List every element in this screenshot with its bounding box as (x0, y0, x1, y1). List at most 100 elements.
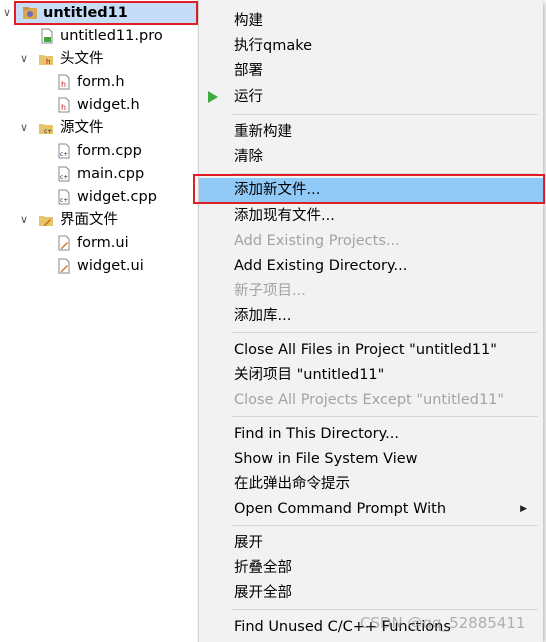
forms-folder-icon (39, 216, 53, 226)
menu-item-label: 新子项目... (234, 283, 306, 299)
svg-text:h: h (61, 80, 66, 89)
file-label: widget.cpp (77, 189, 157, 205)
tree-item-sources-folder[interactable]: ∨ c+ 源文件 (0, 117, 198, 139)
menu-separator (232, 525, 538, 526)
menu-item-label: Add Existing Directory... (234, 258, 408, 274)
menu-item-label: 添加现有文件... (234, 208, 335, 224)
menu-item-label: 部署 (234, 63, 263, 79)
menu-item-label: 展开全部 (234, 585, 292, 601)
menu-item-label: 展开 (234, 535, 263, 551)
svg-text:h: h (61, 103, 66, 112)
file-label: main.cpp (77, 166, 145, 182)
menu-item-deploy[interactable]: 部署 (199, 59, 543, 83)
menu-item-label: Find in This Directory... (234, 426, 399, 442)
pro-file-icon (41, 28, 53, 44)
menu-item-label: 执行qmake (234, 38, 313, 54)
ui-file-icon (58, 235, 70, 251)
cpp-file-icon: c+ (58, 143, 70, 159)
tree-item-file[interactable]: c+ form.cpp (0, 140, 198, 162)
tree-item-forms-folder[interactable]: ∨ 界面文件 (0, 209, 198, 231)
menu-item-close-all-except: Close All Projects Except "untitled11" (199, 388, 543, 412)
run-icon (208, 91, 218, 103)
tree-item-file[interactable]: form.ui (0, 232, 198, 254)
menu-separator (232, 416, 538, 417)
menu-item-add-existing-files[interactable]: 添加现有文件... (199, 204, 543, 228)
qt-project-icon (23, 7, 37, 19)
menu-item-collapse-all[interactable]: 折叠全部 (199, 556, 543, 580)
tree-item-project-root[interactable]: ∨ untitled11 (0, 2, 198, 24)
svg-text:c+: c+ (60, 151, 68, 158)
file-label: form.cpp (77, 143, 142, 159)
chevron-down-icon[interactable]: ∨ (19, 117, 29, 139)
menu-item-expand-all[interactable]: 展开全部 (199, 581, 543, 605)
pro-file-label: untitled11.pro (60, 28, 163, 44)
h-file-icon: h (58, 74, 70, 90)
submenu-arrow-icon: ▶ (520, 504, 527, 514)
menu-item-close-all-files[interactable]: Close All Files in Project "untitled11" (199, 338, 543, 362)
menu-item-expand[interactable]: 展开 (199, 531, 543, 555)
menu-item-rebuild[interactable]: 重新构建 (199, 120, 543, 144)
tree-item-file[interactable]: h form.h (0, 71, 198, 93)
menu-separator (232, 173, 538, 174)
menu-item-add-new-file[interactable]: 添加新文件... (199, 178, 543, 202)
menu-item-label: Close All Files in Project "untitled11" (234, 342, 497, 358)
svg-text:c+: c+ (60, 197, 68, 204)
menu-separator (232, 332, 538, 333)
project-name: untitled11 (43, 5, 128, 21)
tree-item-file[interactable]: h widget.h (0, 94, 198, 116)
menu-item-show-in-fs[interactable]: Show in File System View (199, 447, 543, 471)
source-folder-icon: c+ (39, 124, 53, 135)
sources-folder-label: 源文件 (60, 120, 104, 136)
tree-item-pro-file[interactable]: untitled11.pro (0, 25, 198, 47)
file-label: widget.h (77, 97, 140, 113)
menu-item-new-subproject: 新子项目... (199, 279, 543, 303)
menu-item-label: Show in File System View (234, 451, 418, 467)
menu-item-find-in-directory[interactable]: Find in This Directory... (199, 422, 543, 446)
file-label: form.ui (77, 235, 129, 251)
cpp-file-icon: c+ (58, 166, 70, 182)
project-tree: ∨ untitled11 untitled11.pro ∨ h 头文件 h fo… (0, 0, 198, 642)
headers-folder-label: 头文件 (60, 51, 104, 67)
menu-item-add-existing-projects: Add Existing Projects... (199, 229, 543, 253)
tree-item-file[interactable]: widget.ui (0, 255, 198, 277)
tree-item-file[interactable]: c+ widget.cpp (0, 186, 198, 208)
menu-item-add-library[interactable]: 添加库... (199, 304, 543, 328)
menu-item-label: Open Command Prompt With (234, 501, 447, 517)
tree-item-headers-folder[interactable]: ∨ h 头文件 (0, 48, 198, 70)
cpp-file-icon: c+ (58, 189, 70, 205)
menu-item-label: 关闭项目 "untitled11" (234, 367, 385, 383)
menu-item-label: 添加库... (234, 308, 292, 324)
menu-item-label: 添加新文件... (234, 182, 321, 198)
ui-file-icon (58, 258, 70, 274)
chevron-down-icon[interactable]: ∨ (19, 48, 29, 70)
h-file-icon: h (58, 97, 70, 113)
menu-item-open-cmd-with[interactable]: Open Command Prompt With ▶ (199, 497, 543, 521)
menu-separator (232, 114, 538, 115)
menu-separator (232, 609, 538, 610)
context-menu: 构建 执行qmake 部署 运行 重新构建 清除 添加新文件... 添加现有文件… (198, 0, 543, 642)
file-label: form.h (77, 74, 125, 90)
header-folder-icon: h (39, 55, 53, 66)
menu-item-label: 折叠全部 (234, 560, 292, 576)
watermark: CSDN @qq_52885411 (360, 614, 526, 632)
menu-item-label: 运行 (234, 89, 263, 105)
svg-text:c+: c+ (60, 174, 68, 181)
menu-item-close-project[interactable]: 关闭项目 "untitled11" (199, 363, 543, 387)
file-label: widget.ui (77, 258, 144, 274)
menu-item-add-existing-directory[interactable]: Add Existing Directory... (199, 254, 543, 278)
menu-item-label: Add Existing Projects... (234, 233, 400, 249)
menu-item-open-cmd-here[interactable]: 在此弹出命令提示 (199, 472, 543, 496)
forms-folder-label: 界面文件 (60, 212, 118, 228)
chevron-down-icon[interactable]: ∨ (2, 2, 12, 24)
menu-item-build[interactable]: 构建 (199, 9, 543, 33)
menu-item-run-qmake[interactable]: 执行qmake (199, 34, 543, 58)
menu-item-label: Close All Projects Except "untitled11" (234, 392, 505, 408)
menu-item-label: 构建 (234, 13, 263, 29)
menu-item-label: 清除 (234, 149, 263, 165)
tree-item-file[interactable]: c+ main.cpp (0, 163, 198, 185)
menu-item-label: 重新构建 (234, 124, 292, 140)
chevron-down-icon[interactable]: ∨ (19, 209, 29, 231)
menu-item-label: 在此弹出命令提示 (234, 476, 350, 492)
menu-item-clean[interactable]: 清除 (199, 145, 543, 169)
menu-item-run[interactable]: 运行 (199, 85, 543, 109)
